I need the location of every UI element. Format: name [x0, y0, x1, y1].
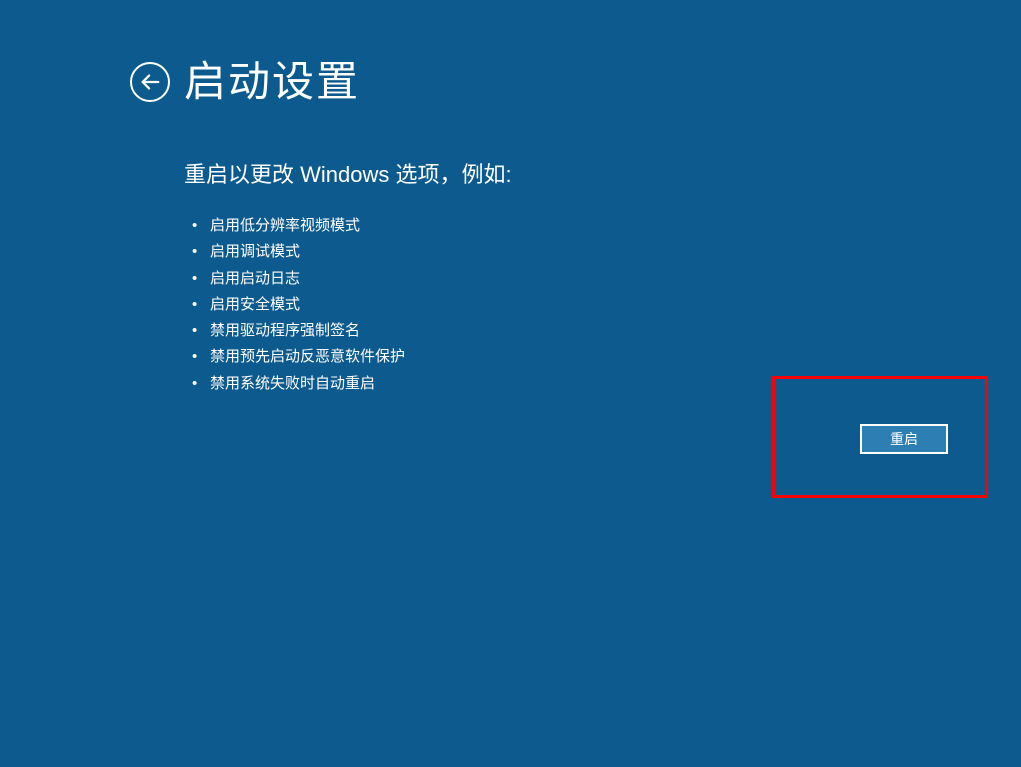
list-item: 启用调试模式 [192, 239, 512, 265]
options-list: 启用低分辨率视频模式 启用调试模式 启用启动日志 启用安全模式 禁用驱动程序强制… [184, 213, 512, 397]
list-item: 禁用预先启动反恶意软件保护 [192, 344, 512, 370]
page-subtitle: 重启以更改 Windows 选项，例如: [184, 157, 512, 189]
page-title: 启动设置 [184, 48, 512, 109]
back-arrow-icon [139, 71, 161, 93]
back-button[interactable] [130, 62, 170, 102]
list-item: 启用安全模式 [192, 292, 512, 318]
restart-button[interactable]: 重启 [860, 424, 948, 454]
list-item: 启用低分辨率视频模式 [192, 213, 512, 239]
list-item: 启用启动日志 [192, 266, 512, 292]
main-content: 启动设置 重启以更改 Windows 选项，例如: 启用低分辨率视频模式 启用调… [184, 48, 512, 397]
list-item: 禁用驱动程序强制签名 [192, 318, 512, 344]
list-item: 禁用系统失败时自动重启 [192, 371, 512, 397]
